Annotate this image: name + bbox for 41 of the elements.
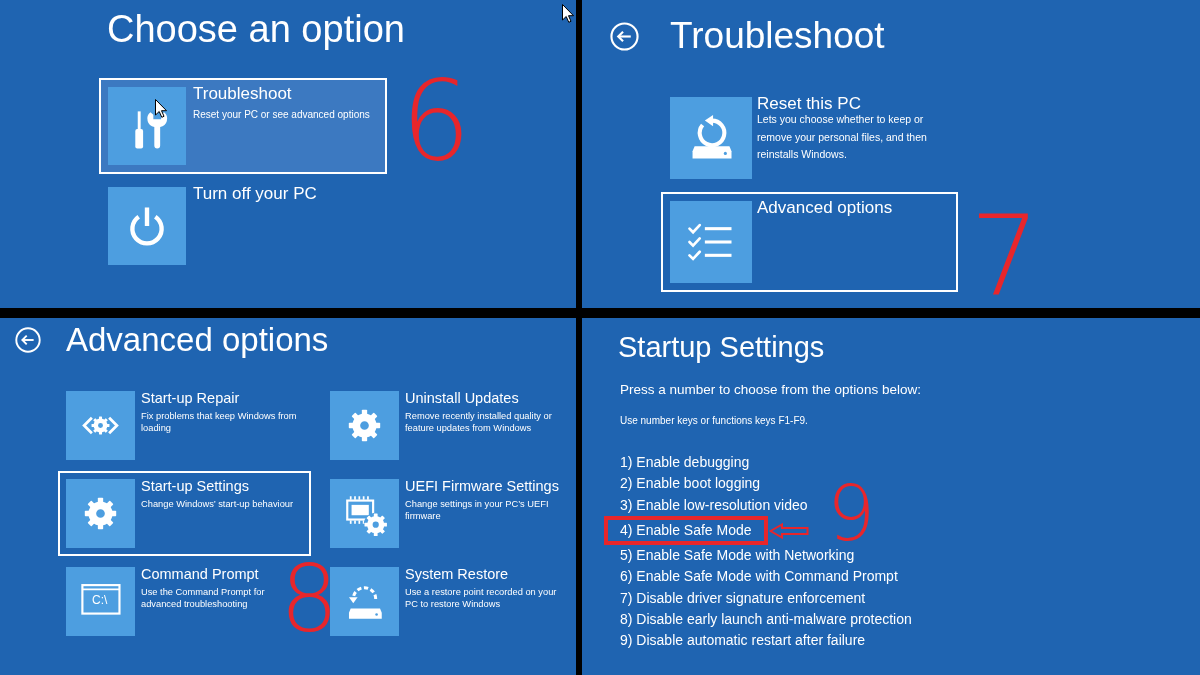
left-arrow-icon: [768, 522, 809, 539]
boot-option: 1) Enable debugging: [620, 452, 750, 474]
boot-option: 6) Enable Safe Mode with Command Prompt: [620, 566, 898, 588]
screen-title: Choose an option: [107, 7, 405, 52]
pointer-cursor-icon: [155, 99, 167, 118]
screen-title: Advanced options: [66, 320, 329, 360]
tools-icon: [108, 87, 186, 165]
terminal-window-icon: [66, 567, 135, 636]
code-gear-icon: [66, 391, 135, 460]
pointer-cursor-icon: [562, 4, 574, 23]
gear-icon: [66, 479, 135, 548]
hint-text: Use number keys or functions keys F1-F9.: [620, 414, 808, 428]
option-button[interactable]: Uninstall Updates Remove recently installed quality or feature updates from Windows: [322, 383, 575, 468]
checklist-icon: [670, 201, 752, 283]
gear-icon: [330, 391, 399, 460]
option-button[interactable]: Advanced options: [661, 192, 958, 292]
boot-option: 7) Disable driver signature enforcement: [620, 587, 866, 610]
step-number: 9: [827, 485, 876, 542]
option-button[interactable]: Reset this PC Lets you choose whether to keep or remove your personal files, and then reinstalls Windows.: [661, 88, 958, 188]
boot-option: 3) Enable low-resolution video: [620, 494, 808, 516]
restore-drive-icon: [330, 567, 399, 636]
prompt-text: C:\: [92, 593, 108, 607]
boot-option: 4) Enable Safe Mode: [604, 515, 768, 546]
option-button[interactable]: UEFI Firmware Settings Change settings in your PC’s UEFI firmware: [322, 471, 575, 556]
option-button[interactable]: Troubleshoot Reset your PC or see advanced options: [99, 78, 387, 174]
power-icon: [108, 187, 186, 265]
option-button[interactable]: Start-up Repair Fix problems that keep Windows from loading: [58, 383, 311, 468]
circular-arrow-drive-icon: [670, 97, 752, 179]
instruction-text: Press a number to choose from the options below:: [620, 381, 921, 399]
step-number: 7: [970, 215, 1040, 298]
boot-option: 2) Enable boot logging: [620, 473, 761, 495]
boot-option: 9) Disable automatic restart after failure: [620, 630, 866, 652]
boot-option: 8) Disable early launch anti-malware protection: [620, 609, 912, 631]
option-button[interactable]: Start-up Settings Change Windows’ start-up behaviour: [58, 471, 311, 556]
screen-title: Troubleshoot: [670, 14, 885, 58]
back-icon[interactable]: [610, 21, 639, 51]
back-icon[interactable]: [15, 327, 41, 353]
chip-gear-icon: [330, 479, 399, 548]
boot-option: 5) Enable Safe Mode with Networking: [620, 545, 855, 567]
option-button[interactable]: Turn off your PC: [99, 178, 387, 274]
screen-title: Startup Settings: [618, 330, 825, 365]
